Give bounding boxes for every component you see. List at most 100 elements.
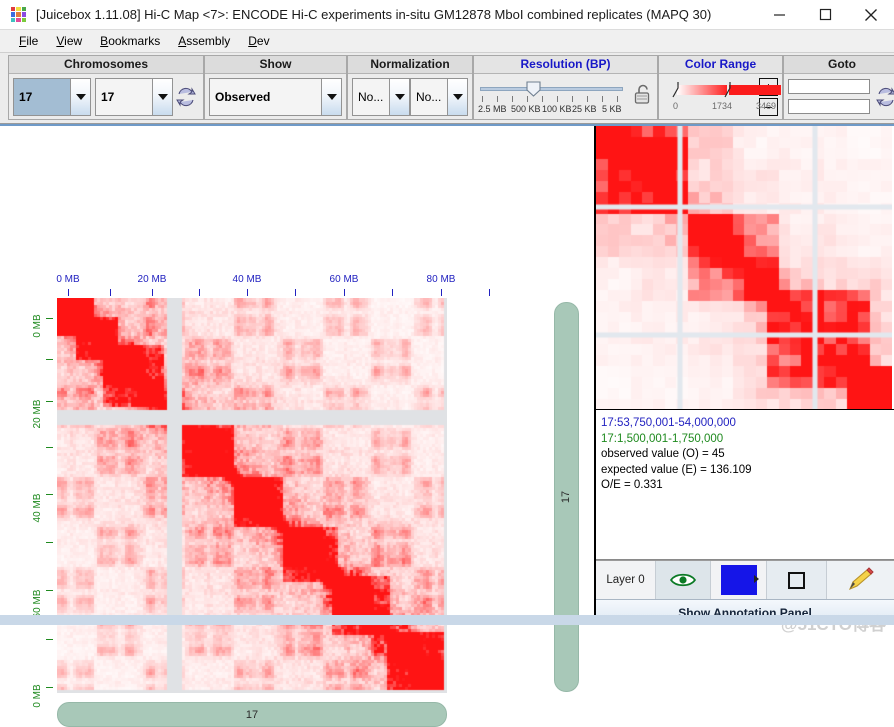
hic-map-pane[interactable]: 0 MB 20 MB 40 MB 60 MB 80 MB 0 MB 20 MB … [0, 126, 596, 727]
chromosome-bar-vertical-label: 17 [560, 490, 573, 504]
resolution-tick-labels: 2.5 MB 500 KB 100 KB 25 KB 5 KB [478, 104, 625, 116]
eye-visibility-icon[interactable] [656, 561, 711, 599]
x-axis-tick-label-4: 80 MB [426, 274, 456, 285]
color-range-slider[interactable]: 0 1734 3469 [663, 79, 781, 114]
resolution-title: Resolution (BP) [474, 56, 657, 74]
info-oe-ratio: O/E = 0.331 [601, 479, 663, 491]
menubar: File View Bookmarks Assembly Dev [0, 30, 894, 53]
x-axis-tick-label-1: 20 MB [137, 274, 167, 285]
hic-contact-map-canvas[interactable] [57, 298, 447, 693]
y-axis-tick-label-4: 0 MB [32, 684, 43, 708]
chromosome-x-value: 17 [14, 78, 70, 115]
color-range-title: Color Range [659, 56, 782, 74]
zoomed-region-canvas[interactable] [596, 126, 892, 409]
resolution-slider-track[interactable] [478, 80, 625, 97]
x-axis-tick-label-0: 0 MB [56, 274, 80, 285]
menu-item-view[interactable]: View [47, 32, 91, 50]
goto-refresh-icon[interactable] [873, 84, 894, 110]
show-value: Observed [210, 78, 321, 115]
menu-label-file: ile [26, 34, 39, 48]
normalization-row-value: No... [353, 78, 389, 115]
window-titlebar: [Juicebox 1.11.08] Hi-C Map <7>: ENCODE … [0, 0, 894, 30]
color-range-min-handle[interactable] [671, 81, 680, 99]
maximize-button[interactable] [802, 0, 848, 29]
window-bottom-strip [0, 615, 894, 625]
info-panel: 17:53,750,001-54,000,000 17:1,500,001-1,… [596, 410, 894, 560]
menu-label-bookmarks: ookmarks [108, 34, 161, 48]
chromosome-bar-horizontal[interactable]: 17 [57, 702, 447, 727]
slider-thumb[interactable] [526, 80, 541, 97]
color-gradient-low [677, 85, 727, 95]
chevron-down-icon[interactable] [389, 78, 409, 115]
menu-item-bookmarks[interactable]: Bookmarks [91, 32, 169, 50]
layer-color-button[interactable] [711, 561, 767, 599]
slider-bar [480, 86, 624, 91]
toolgroup-goto: Goto [783, 55, 894, 120]
x-axis-labels: 0 MB 20 MB 40 MB 60 MB 80 MB [0, 274, 594, 288]
layer-color-swatch[interactable] [720, 565, 757, 595]
chromosome-y-combo[interactable]: 17 [95, 77, 173, 116]
hic-contact-map[interactable] [57, 298, 447, 693]
chevron-down-icon[interactable] [70, 78, 90, 115]
unlocked-padlock-icon[interactable] [633, 83, 653, 110]
toolgroup-normalization: Normalization No... No... [347, 55, 473, 120]
zoomed-region-view[interactable] [596, 126, 894, 410]
annotation-layer-bar: Layer 0 [596, 560, 894, 599]
toolbar: Chromosomes 17 17 Show Observed Normaliz… [0, 53, 894, 124]
y-axis-tick-label-1: 20 MB [32, 399, 43, 429]
resolution-tick-2: 100 KB [542, 103, 572, 114]
color-range-min-label: 0 [673, 101, 679, 111]
y-axis-tick-label-2: 40 MB [32, 493, 43, 523]
normalization-row-combo[interactable]: No... [352, 77, 410, 116]
show-combo[interactable]: Observed [209, 77, 342, 116]
goto-field-2[interactable] [788, 99, 870, 114]
minimize-button[interactable] [756, 0, 802, 29]
chevron-down-icon[interactable] [447, 78, 467, 115]
chromosome-bar-vertical[interactable]: 17 [554, 302, 579, 692]
color-range-gradient [663, 79, 781, 101]
normalization-title: Normalization [348, 56, 472, 74]
x-axis-ticks [0, 289, 594, 297]
layer-name-label[interactable]: Layer 0 [596, 561, 656, 599]
color-range-labels: 0 1734 3469 [663, 101, 776, 114]
right-pane: 17:53,750,001-54,000,000 17:1,500,001-1,… [596, 126, 894, 634]
chromosome-bar-horizontal-label: 17 [245, 708, 259, 721]
resolution-tick-0: 2.5 MB [478, 103, 507, 114]
triangle-right-icon[interactable] [753, 573, 760, 587]
goto-field-1[interactable] [788, 79, 870, 94]
info-position-x: 17:53,750,001-54,000,000 [601, 417, 736, 429]
normalization-col-value: No... [411, 78, 447, 115]
resolution-tick-1: 500 KB [511, 103, 541, 114]
color-range-max-handle[interactable] [723, 81, 732, 99]
show-title: Show [205, 56, 346, 74]
juicebox-window: [Juicebox 1.11.08] Hi-C Map <7>: ENCODE … [0, 0, 894, 727]
resolution-ticks [478, 95, 625, 104]
color-range-mid-label: 1734 [712, 101, 733, 111]
chromosome-x-combo[interactable]: 17 [13, 77, 91, 116]
chevron-down-icon[interactable] [321, 78, 341, 115]
close-button[interactable] [848, 0, 894, 29]
info-observed: observed value (O) = 45 [601, 448, 725, 460]
pencil-edit-icon[interactable] [827, 561, 894, 599]
x-axis-tick-label-2: 40 MB [232, 274, 262, 285]
square-outline-icon[interactable] [767, 561, 827, 599]
info-position-y: 17:1,500,001-1,750,000 [601, 432, 724, 445]
y-axis-tick-label-0: 0 MB [32, 314, 43, 338]
refresh-swap-icon[interactable] [173, 84, 199, 110]
chevron-down-icon[interactable] [152, 78, 172, 115]
menu-item-file[interactable]: File [10, 32, 47, 50]
window-title: [Juicebox 1.11.08] Hi-C Map <7>: ENCODE … [36, 7, 712, 22]
normalization-col-combo[interactable]: No... [410, 77, 468, 116]
resolution-tick-4: 5 KB [602, 103, 622, 114]
toolgroup-resolution: Resolution (BP) 2.5 MB 500 KB 100 KB 25 … [473, 55, 658, 120]
menu-label-dev: ev [256, 34, 270, 48]
color-gradient-high [729, 85, 781, 95]
menu-item-assembly[interactable]: Assembly [169, 32, 239, 50]
resolution-slider[interactable]: 2.5 MB 500 KB 100 KB 25 KB 5 KB [478, 78, 625, 116]
menu-item-dev[interactable]: Dev [239, 32, 278, 50]
info-expected: expected value (E) = 136.109 [601, 463, 752, 476]
menu-label-view: iew [64, 34, 83, 48]
x-axis-tick-label-3: 60 MB [329, 274, 359, 285]
juicebox-grid-icon [11, 7, 26, 22]
main-area: 0 MB 20 MB 40 MB 60 MB 80 MB 0 MB 20 MB … [0, 124, 894, 727]
